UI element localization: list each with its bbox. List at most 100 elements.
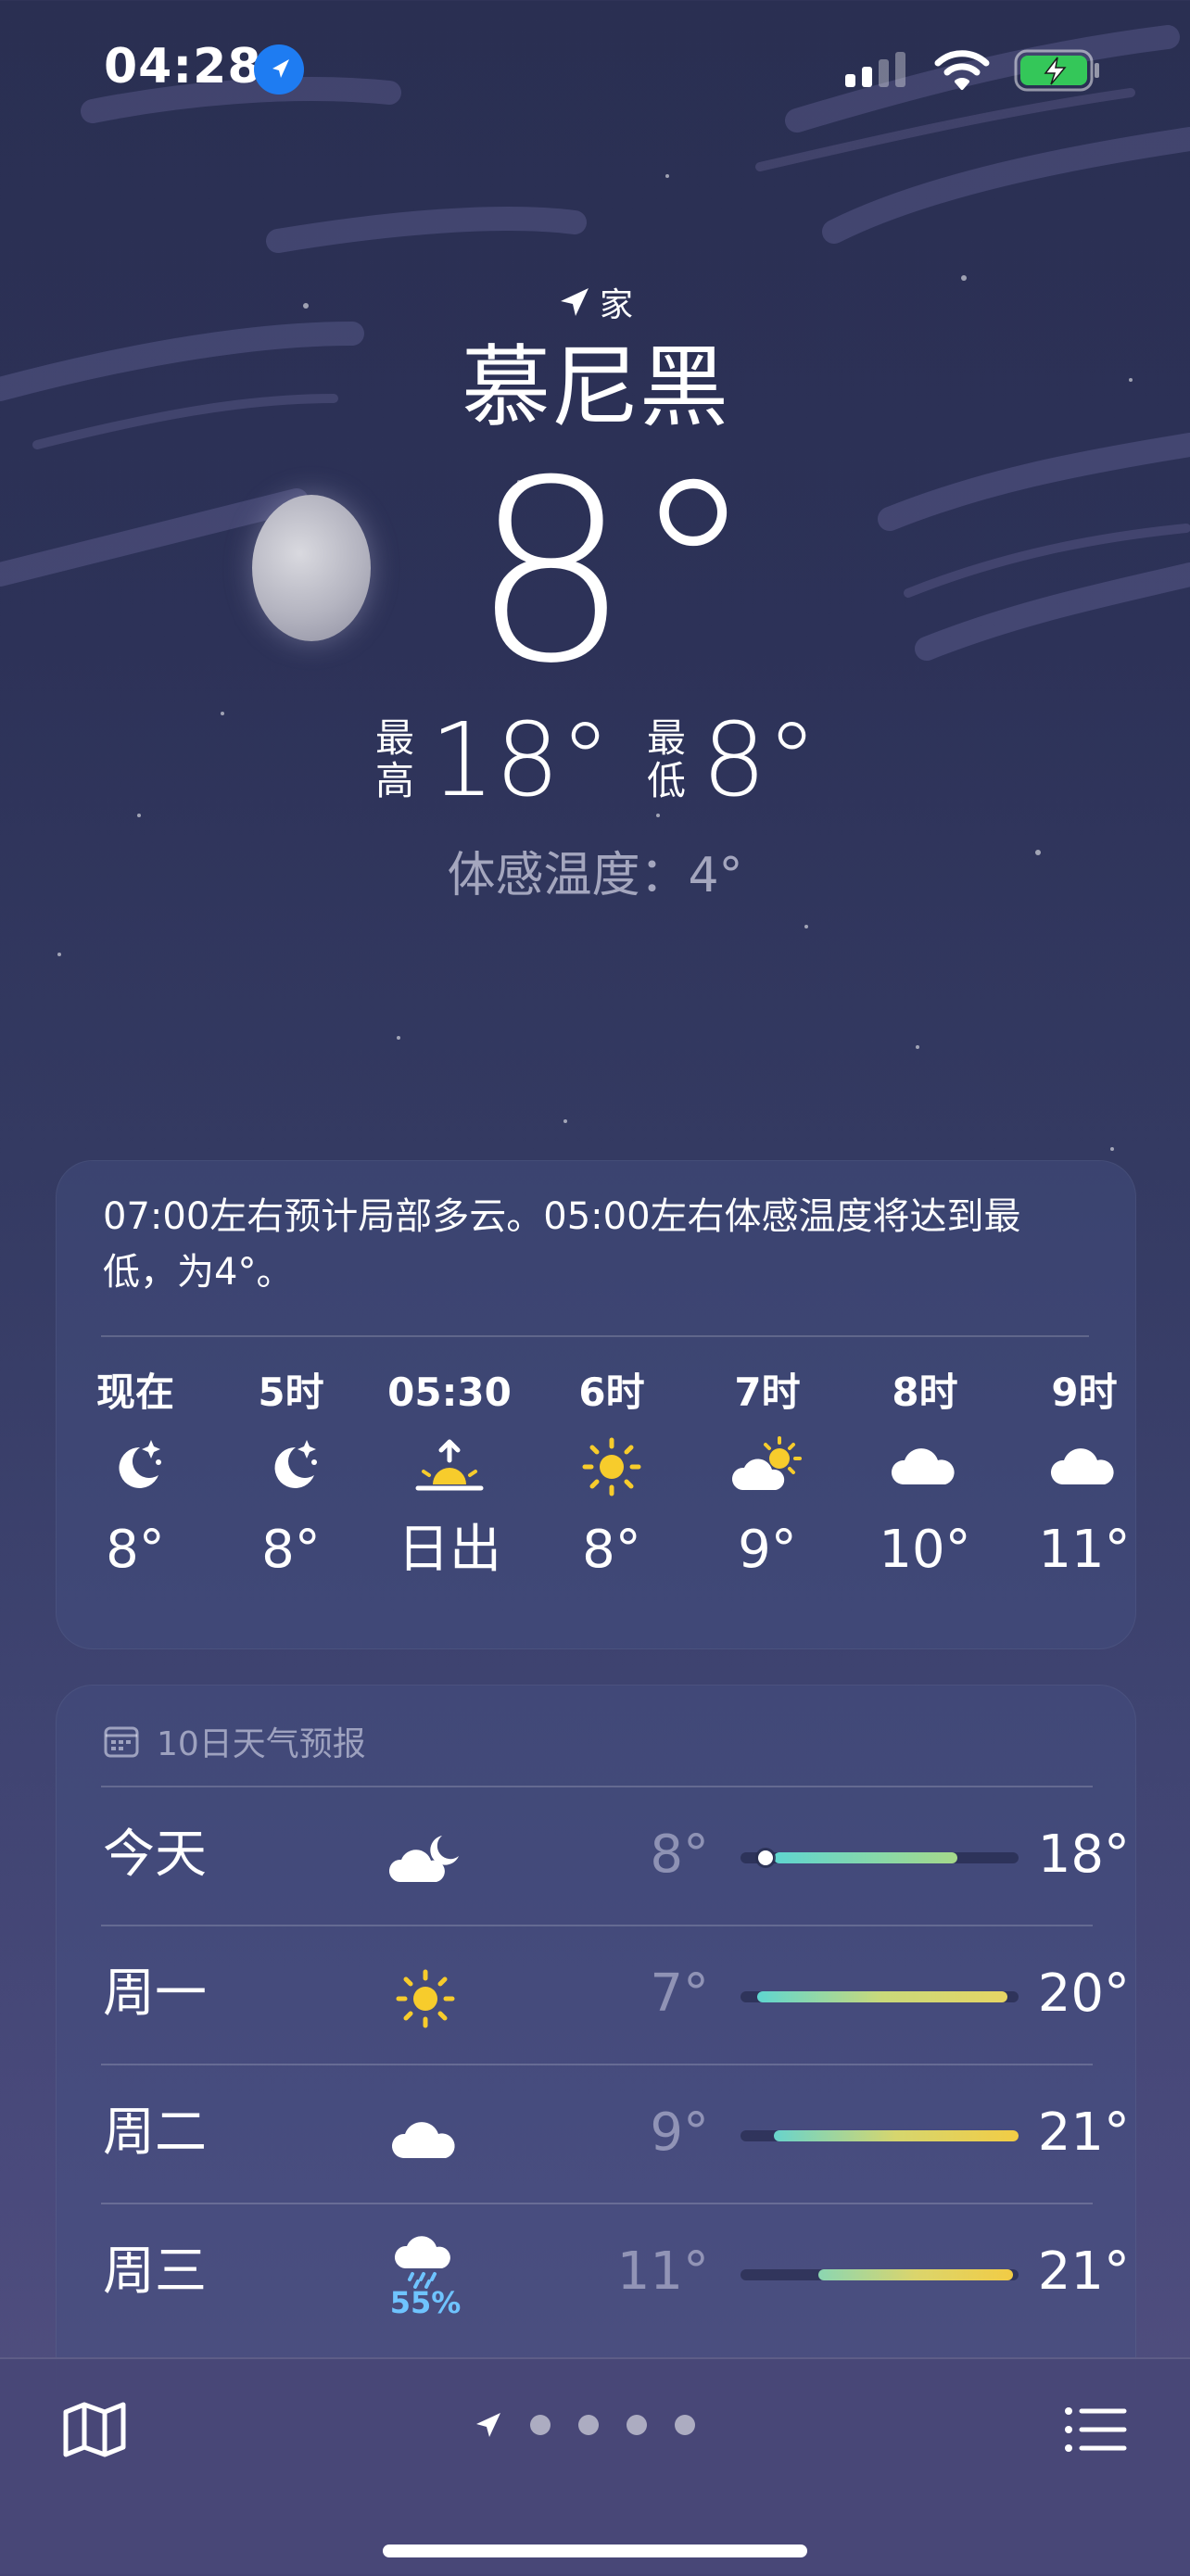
daily-title-text: 10日天气预报 (157, 1725, 366, 1763)
status-time: 04:28 (104, 39, 262, 95)
hour-item: 9时 11° (1006, 1365, 1135, 1587)
page-dot[interactable] (530, 2415, 551, 2435)
status-icons (843, 44, 1101, 96)
feels-like-temperature: 体感温度：4° (447, 848, 743, 903)
calendar-icon (104, 1726, 139, 1758)
hour-temp: 日出 (398, 1520, 501, 1580)
hour-item: 7时 9° (689, 1365, 846, 1587)
daily-row[interactable]: 今天 8° 18° (101, 1786, 1130, 1925)
location-arrow-icon (476, 2413, 500, 2437)
sun-icon (379, 1952, 472, 2045)
home-indicator (383, 2544, 807, 2557)
page-dot[interactable] (578, 2415, 599, 2435)
hourly-scroll[interactable]: 现在 8° 5时 8° 05:30 日出 6时 8° 7时 9° 8时 10° … (57, 1365, 1135, 1643)
hour-item: 5时 8° (212, 1365, 370, 1587)
wifi-icon (934, 50, 990, 90)
location-icon (254, 44, 304, 95)
battery-charging-icon (1014, 49, 1099, 92)
temperature-range-bar (741, 1850, 1019, 1865)
daily-forecast-title: 10日天气预报 (103, 1713, 366, 1769)
card-divider (101, 1335, 1089, 1337)
hour-item: 现在 8° (57, 1365, 214, 1587)
location-arrow-icon (560, 288, 589, 316)
moon-stars-icon (57, 1421, 214, 1513)
moon-stars-icon (212, 1421, 370, 1513)
sunrise-icon (375, 1421, 524, 1513)
hour-time: 现在 (95, 1370, 174, 1415)
row-divider (101, 2064, 1093, 2065)
cloud-icon (846, 1421, 1004, 1513)
low-temp: 11° (616, 2241, 709, 2302)
temperature-range-bar (741, 2130, 1019, 2141)
cellular-signal-icon (845, 52, 905, 87)
hour-time: 7时 (734, 1370, 801, 1415)
day-label: 周二 (103, 2102, 207, 2163)
map-button[interactable] (57, 2393, 132, 2467)
cloud-rain-icon: 55% (379, 2230, 472, 2323)
temperature-range-bar (741, 2269, 1019, 2280)
partly-cloudy-icon (689, 1421, 846, 1513)
hour-temp: 8° (106, 1520, 165, 1580)
hour-temp: 9° (738, 1520, 797, 1580)
daily-row[interactable]: 周一 7° 20° (101, 1925, 1130, 2064)
cloud-icon (1006, 1421, 1135, 1513)
low-temp: 8° (650, 1825, 709, 1885)
row-divider (101, 1925, 1093, 1926)
hour-temp: 11° (1038, 1520, 1131, 1580)
page-dot[interactable] (627, 2415, 647, 2435)
status-bar: 04:28 (0, 0, 1190, 139)
ten-day-forecast-card[interactable]: 10日天气预报 今天 8° 18° 周一 7° 20° 周二 9° 21° 周三… (56, 1685, 1136, 2390)
city-list-button[interactable] (1058, 2393, 1133, 2467)
low-temperature: 8° (701, 701, 817, 819)
temperature-range-bar (741, 1991, 1019, 2002)
cloud-icon (379, 2091, 472, 2184)
row-divider (101, 2203, 1093, 2204)
current-weather-header: 家 慕尼黑 8° 最高 18° 最低 8° 体感温度：4° (0, 278, 1190, 905)
hour-time: 05:30 (387, 1370, 512, 1415)
precipitation-chance: 55% (389, 2285, 462, 2320)
home-location-label: 家 (0, 278, 1190, 326)
hour-time: 5时 (258, 1370, 324, 1415)
high-temp: 21° (1037, 2241, 1130, 2302)
high-temp: 21° (1037, 2102, 1130, 2163)
day-label: 今天 (103, 1825, 207, 1885)
hour-item: 8时 10° (846, 1365, 1004, 1587)
sun-icon (533, 1421, 690, 1513)
range-fill (774, 1852, 957, 1863)
hour-item: 6时 8° (533, 1365, 690, 1587)
weather-summary-text: 07:00左右预计局部多云。05:00左右体感温度将达到最低，为4°。 (103, 1195, 1021, 1294)
low-label: 最低 (646, 715, 686, 803)
home-label-text: 家 (599, 286, 633, 324)
hour-temp: 8° (582, 1520, 641, 1580)
high-low-temperatures: 最高 18° 最低 8° (0, 704, 1190, 815)
list-icon (1065, 2407, 1127, 2452)
current-temperature: 8° (471, 426, 756, 718)
current-temp-dot (758, 1850, 773, 1865)
hour-item: 05:30 日出 (375, 1365, 524, 1587)
bottom-toolbar (0, 2357, 1190, 2576)
map-icon (63, 2402, 126, 2457)
high-label: 最高 (374, 715, 414, 803)
day-label: 周一 (103, 1964, 207, 2024)
daily-row[interactable]: 周三 55% 11° 21° (101, 2203, 1130, 2342)
page-dot[interactable] (675, 2415, 695, 2435)
hour-time: 9时 (1051, 1370, 1118, 1415)
range-fill (774, 2130, 1019, 2141)
hourly-forecast-card[interactable]: 07:00左右预计局部多云。05:00左右体感温度将达到最低，为4°。 现在 8… (56, 1160, 1136, 1649)
high-temperature: 18° (430, 701, 611, 819)
hour-temp: 8° (261, 1520, 321, 1580)
low-temp: 9° (650, 2102, 709, 2163)
cloud-moon-icon (379, 1813, 472, 1906)
hour-time: 6时 (578, 1370, 645, 1415)
page-indicator[interactable] (475, 2411, 695, 2439)
range-fill (818, 2269, 1013, 2280)
hour-time: 8时 (892, 1370, 958, 1415)
high-temp: 18° (1037, 1825, 1130, 1885)
range-fill (757, 1991, 1007, 2002)
day-label: 周三 (103, 2241, 207, 2302)
row-divider (101, 1786, 1093, 1787)
daily-row[interactable]: 周二 9° 21° (101, 2064, 1130, 2203)
high-temp: 20° (1037, 1964, 1130, 2024)
hour-temp: 10° (879, 1520, 971, 1580)
low-temp: 7° (650, 1964, 709, 2024)
